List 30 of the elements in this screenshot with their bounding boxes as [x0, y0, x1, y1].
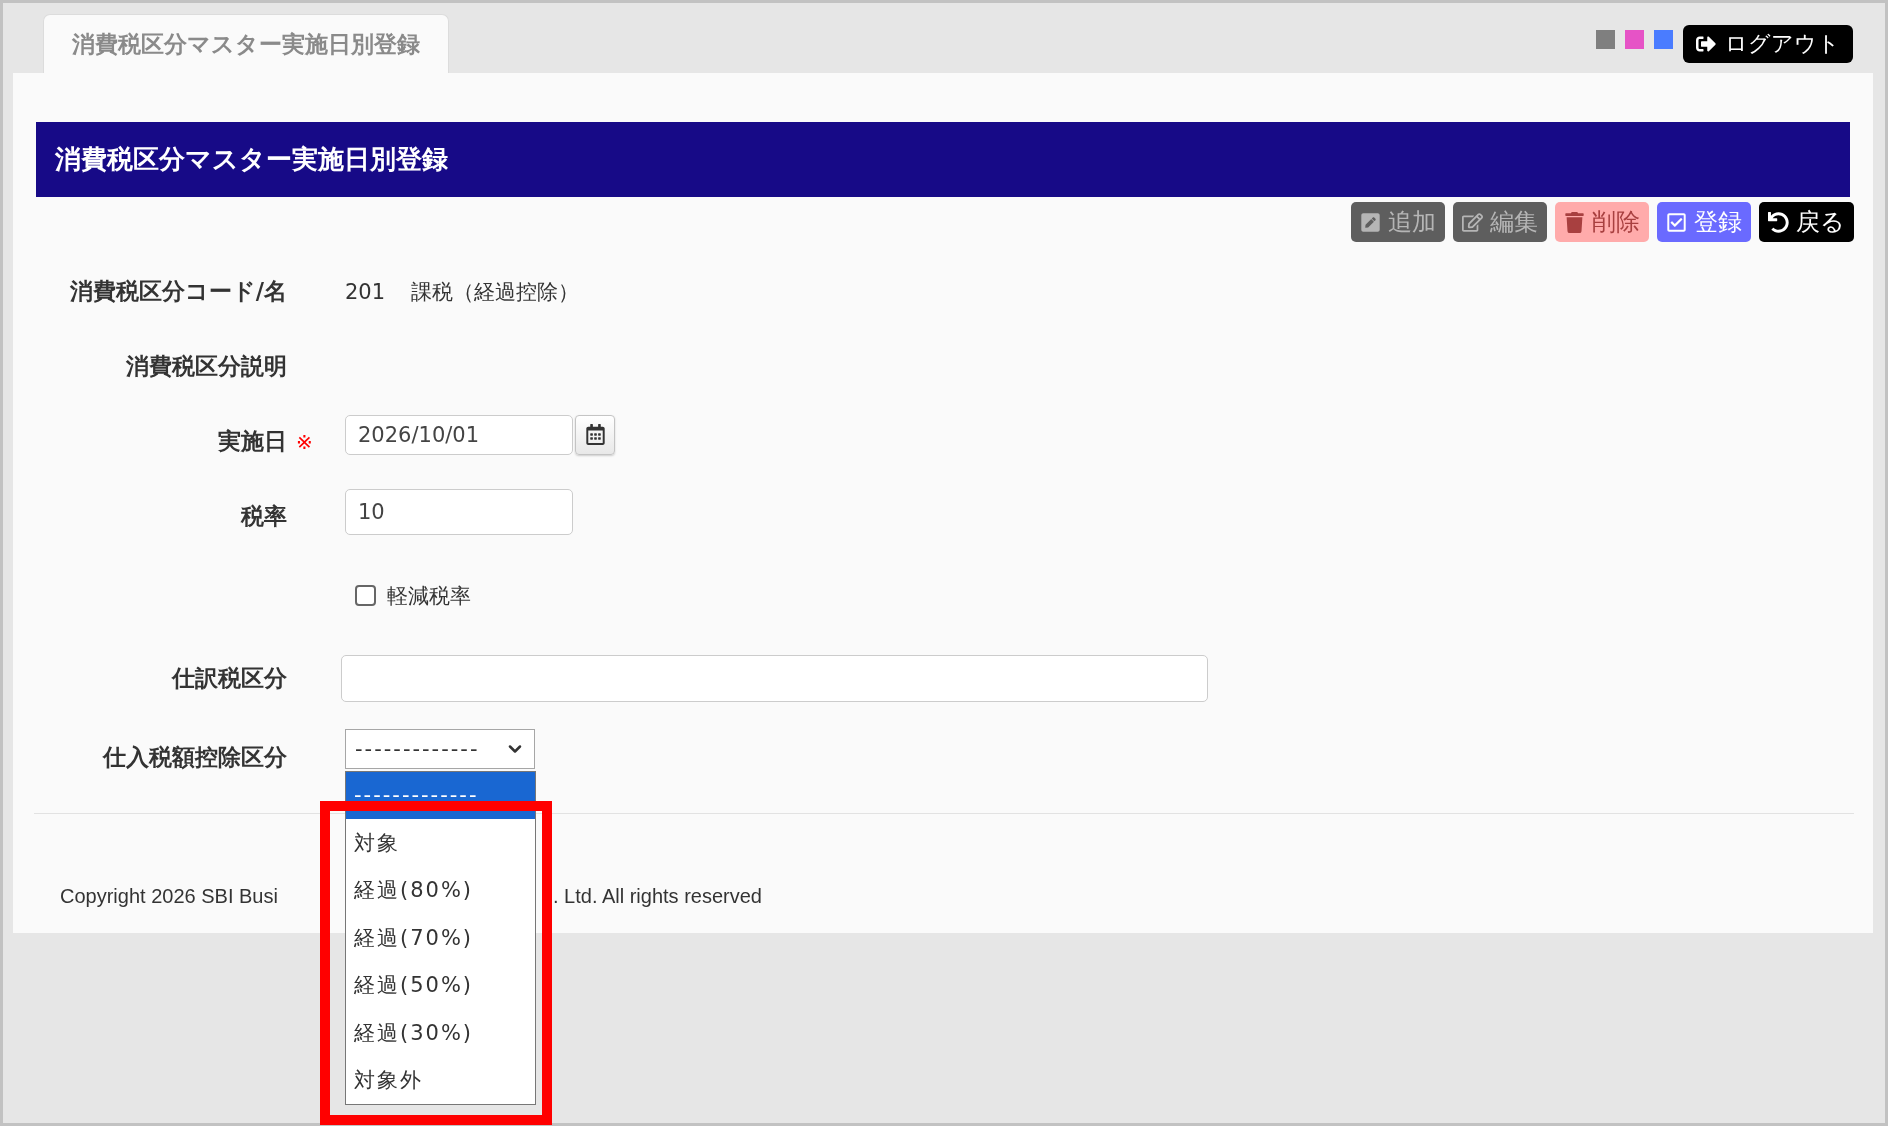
field-label: 仕訳税区分 — [172, 664, 287, 693]
undo-icon — [1768, 211, 1789, 233]
trash-icon — [1564, 211, 1585, 233]
page-title: 消費税区分マスター実施日別登録 — [55, 143, 448, 176]
checkbox[interactable] — [355, 585, 376, 606]
input-field[interactable]: 10 — [345, 488, 573, 535]
edit-icon — [1462, 211, 1483, 233]
field-label: 仕入税額控除区分 — [103, 743, 287, 772]
color-swatch-icon[interactable] — [1625, 30, 1644, 49]
select-field[interactable]: ------------- — [345, 728, 535, 769]
calendar-button[interactable] — [575, 414, 615, 455]
color-swatch-icon[interactable] — [1654, 30, 1673, 49]
checkbox-label: 軽減税率 — [387, 582, 471, 610]
input-field[interactable] — [341, 655, 1208, 702]
code-text: 201 — [345, 279, 386, 304]
logout-icon — [1696, 34, 1716, 54]
field-label: 消費税区分説明 — [126, 352, 287, 381]
calendar-icon — [584, 424, 606, 445]
date-field[interactable]: 2026/10/01 — [345, 414, 573, 455]
color-swatch-icon[interactable] — [1596, 30, 1615, 49]
field-label: 税率 — [241, 502, 287, 531]
field-label: 消費税区分コード/名 — [69, 277, 287, 306]
logout-button[interactable]: ログアウト — [1683, 25, 1853, 63]
register-button[interactable]: 登録 — [1657, 202, 1751, 242]
copyright-text: . Ltd. All rights reserved — [553, 884, 762, 908]
required-mark: ※ — [296, 429, 313, 454]
field-label: 実施日 — [218, 427, 287, 456]
copyright-text: Copyright 2026 SBI Busi — [60, 884, 278, 908]
name-text: 課税（経過控除） — [411, 278, 580, 306]
back-button[interactable]: 戻る — [1759, 202, 1854, 242]
